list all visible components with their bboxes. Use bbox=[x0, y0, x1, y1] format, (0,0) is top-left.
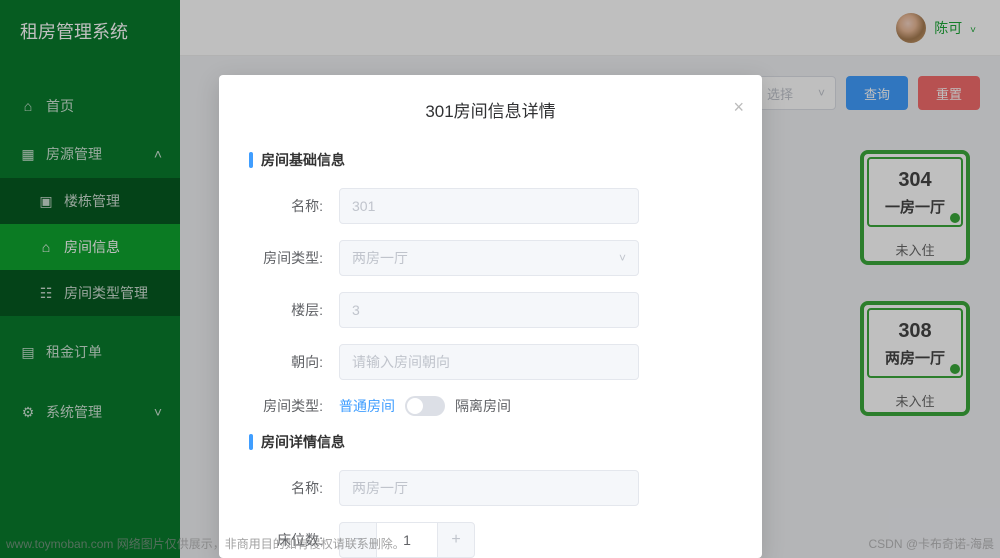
room-detail-modal: 301房间信息详情 × 房间基础信息 名称: 301 房间类型: 两房一厅˅ 楼… bbox=[219, 75, 762, 558]
close-icon[interactable]: × bbox=[733, 97, 744, 118]
form-row-type-switch: 房间类型: 普通房间 隔离房间 bbox=[249, 396, 732, 416]
watermark-right: CSDN @卡布奇诺-海晨 bbox=[868, 535, 994, 552]
section-bar-icon bbox=[249, 152, 253, 168]
form-row-name2: 名称: 两房一厅 bbox=[249, 470, 732, 506]
form-row-room-type: 房间类型: 两房一厅˅ bbox=[249, 240, 732, 276]
switch-label-on: 普通房间 bbox=[339, 396, 395, 416]
orientation-input[interactable]: 请输入房间朝向 bbox=[339, 344, 639, 380]
room-type-select[interactable]: 两房一厅˅ bbox=[339, 240, 639, 276]
modal-header: 301房间信息详情 × bbox=[219, 75, 762, 140]
section-title-basic: 房间基础信息 bbox=[249, 150, 732, 170]
floor-input[interactable]: 3 bbox=[339, 292, 639, 328]
form-label: 名称: bbox=[249, 478, 339, 498]
watermark-left: www.toymoban.com 网络图片仅供展示，非商用目的如有侵权请联系删除… bbox=[6, 535, 405, 552]
form-label: 楼层: bbox=[249, 300, 339, 320]
modal-title: 301房间信息详情 bbox=[239, 97, 742, 122]
section-bar-icon bbox=[249, 434, 253, 450]
form-row-orientation: 朝向: 请输入房间朝向 bbox=[249, 344, 732, 380]
name-input[interactable]: 301 bbox=[339, 188, 639, 224]
form-row-floor: 楼层: 3 bbox=[249, 292, 732, 328]
room-type-switch[interactable] bbox=[405, 396, 445, 416]
detail-name-input[interactable]: 两房一厅 bbox=[339, 470, 639, 506]
form-label: 朝向: bbox=[249, 352, 339, 372]
form-label: 房间类型: bbox=[249, 396, 339, 416]
switch-label-off: 隔离房间 bbox=[455, 396, 511, 416]
section-label: 房间基础信息 bbox=[261, 150, 345, 170]
switch-knob bbox=[407, 398, 423, 414]
form-row-name: 名称: 301 bbox=[249, 188, 732, 224]
section-title-detail: 房间详情信息 bbox=[249, 432, 732, 452]
form-label: 房间类型: bbox=[249, 248, 339, 268]
chevron-down-icon: ˅ bbox=[619, 251, 626, 265]
modal-body: 房间基础信息 名称: 301 房间类型: 两房一厅˅ 楼层: 3 朝向: 请输入… bbox=[219, 140, 762, 558]
stepper-increase-button[interactable]: + bbox=[437, 522, 475, 558]
section-label: 房间详情信息 bbox=[261, 432, 345, 452]
form-label: 名称: bbox=[249, 196, 339, 216]
